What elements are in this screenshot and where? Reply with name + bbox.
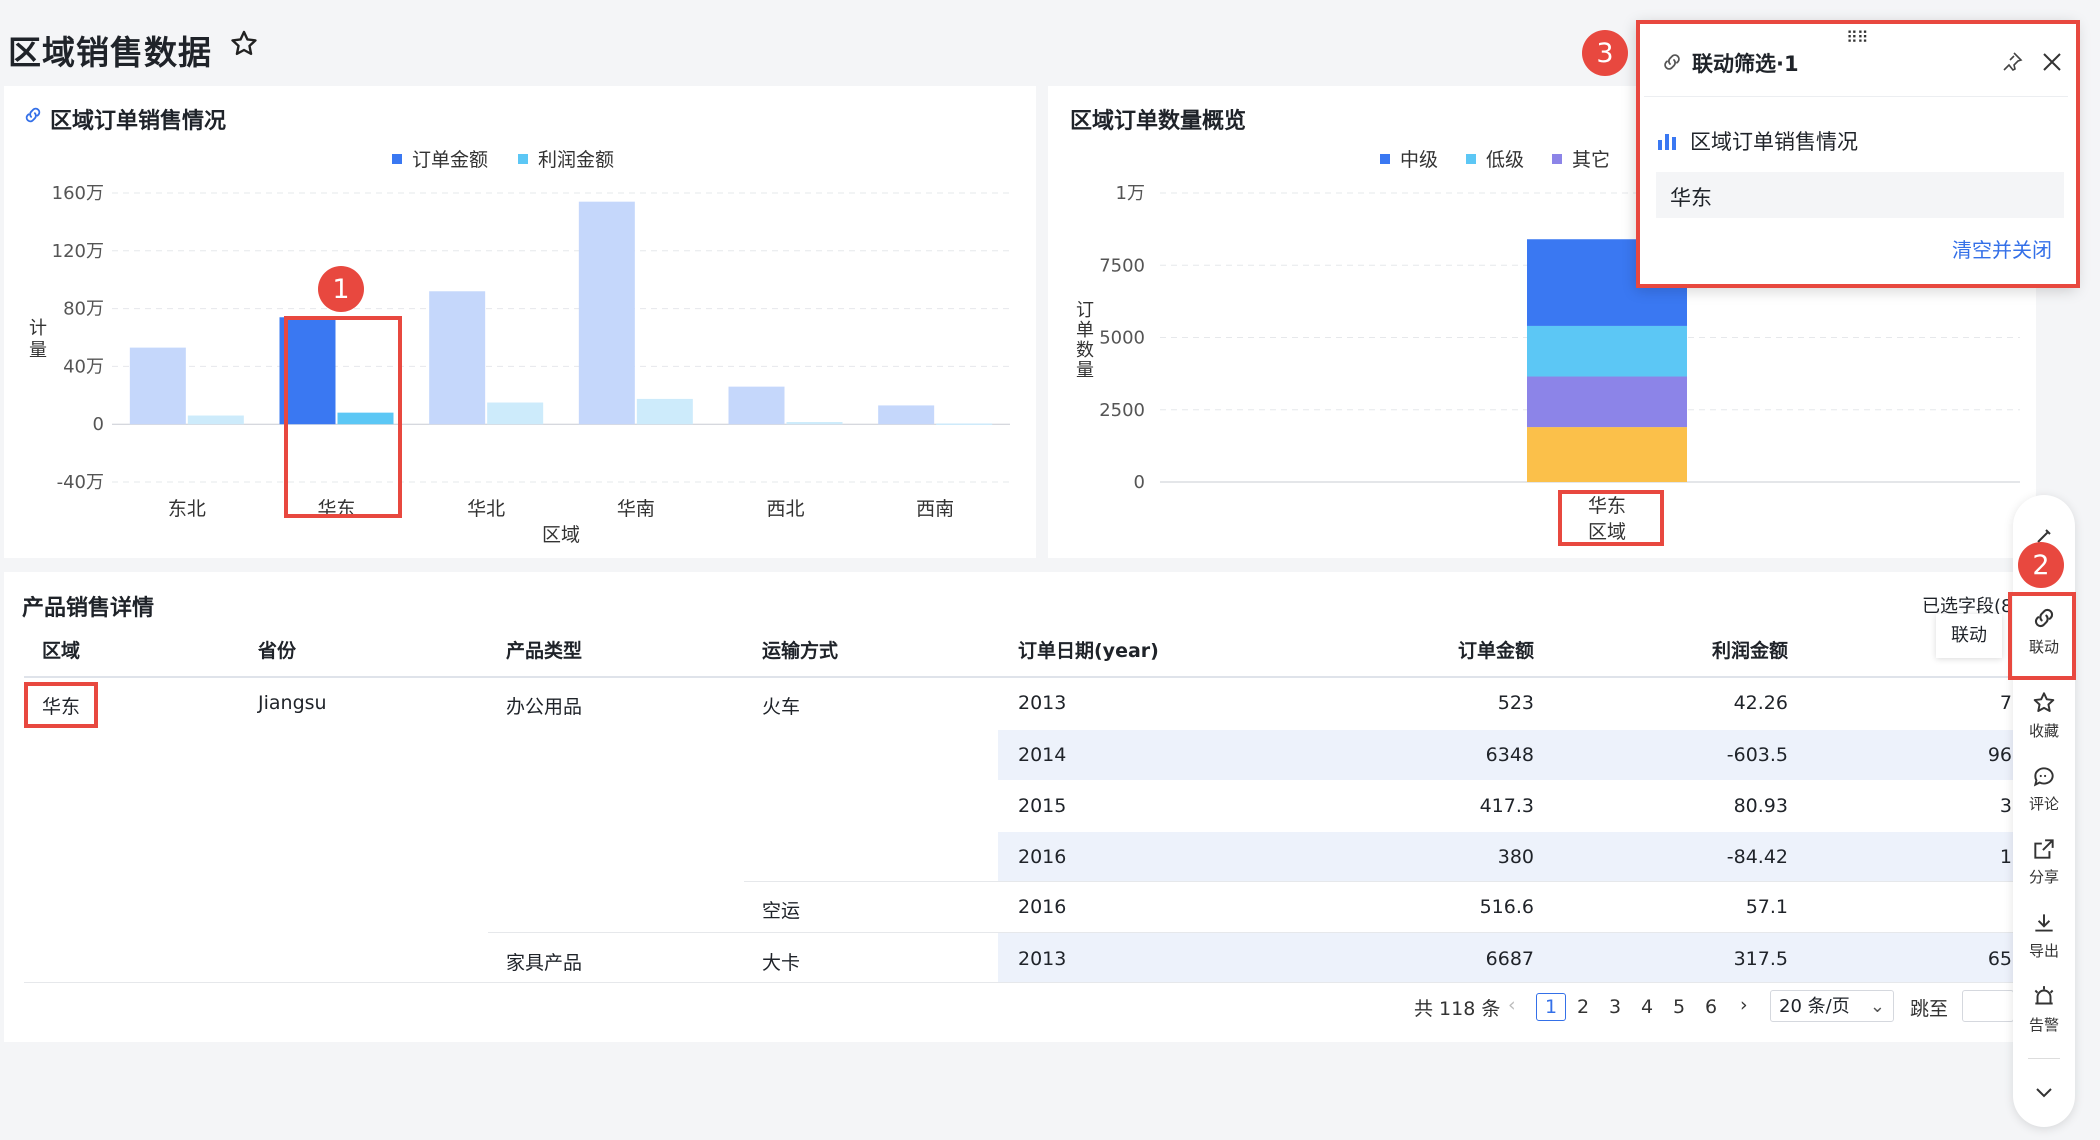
cell-year: 2015: [1018, 795, 1067, 817]
download-icon: [2035, 914, 2053, 932]
row-divider: [488, 932, 2014, 933]
star-icon: [2033, 692, 2055, 712]
cell-amount: 417.3: [1479, 795, 1534, 817]
toolbar-label: 导出: [2028, 942, 2059, 960]
highlight-box-cell: [24, 682, 98, 728]
col-header-date[interactable]: 订单日期(year): [1018, 636, 1159, 663]
toolbar-favorite[interactable]: 收藏: [2013, 690, 2075, 741]
y-axis-label: 量: [1076, 360, 1094, 381]
highlight-box-toolbar: [2008, 592, 2076, 680]
cell-amount: 6348: [1485, 744, 1534, 766]
cell-province[interactable]: Jiangsu: [258, 692, 327, 714]
link-tooltip: 联动: [1936, 614, 2002, 658]
row-divider: [24, 982, 2014, 983]
cell-profit: 42.26: [1733, 692, 1788, 714]
cell-year: 2016: [1018, 896, 1067, 918]
stack-segment: [1527, 325, 1687, 377]
page-button[interactable]: 1: [1536, 993, 1566, 1021]
y-tick-label: 7500: [1099, 255, 1145, 276]
col-header-transport[interactable]: 运输方式: [762, 636, 838, 663]
toolbar-divider: [2028, 1058, 2060, 1059]
cell-amount: 516.6: [1479, 896, 1534, 918]
tooltip-text: 联动: [1951, 625, 1987, 646]
y-axis-label: 单: [1076, 320, 1094, 341]
annotation-badge: 3: [1582, 30, 1628, 76]
highlight-box-popup: [1636, 20, 2080, 288]
cell-year: 2014: [1018, 744, 1067, 766]
cell-amount: 523: [1497, 692, 1534, 714]
cell-profit: -603.5: [1726, 744, 1788, 766]
y-tick-label: 1万: [1116, 183, 1145, 204]
comment-icon: [2033, 767, 2054, 787]
col-header-province[interactable]: 省份: [258, 636, 296, 663]
cell-transport[interactable]: 火车: [762, 692, 800, 719]
toolbar-share[interactable]: 分享: [2013, 836, 2075, 887]
col-header-type[interactable]: 产品类型: [506, 636, 582, 663]
cell-extra: 3: [1999, 795, 2012, 817]
stack-segment: [1527, 376, 1687, 428]
stack-segment: [1527, 427, 1687, 482]
cell-transport[interactable]: 空运: [762, 896, 800, 923]
cell-amount: 380: [1497, 846, 1534, 868]
y-axis-label: 订: [1076, 300, 1094, 321]
page-button[interactable]: 3: [1600, 993, 1630, 1021]
toolbar-comment[interactable]: 评论: [2013, 763, 2075, 814]
cell-profit: 317.5: [1733, 948, 1788, 970]
row-divider: [744, 881, 2014, 882]
annotation-badge: 1: [318, 266, 364, 312]
cell-profit: -84.42: [1726, 846, 1788, 868]
cell-profit: 80.93: [1733, 795, 1788, 817]
chevron-down-icon[interactable]: [2032, 1082, 2056, 1102]
toolbar-alert[interactable]: 告警: [2013, 984, 2075, 1035]
cell-extra: 7: [1999, 692, 2012, 714]
cell-transport[interactable]: 大卡: [762, 948, 800, 975]
highlight-box-bar: [284, 316, 402, 518]
alarm-icon: [2034, 986, 2054, 1005]
toolbar-label: 分享: [2028, 868, 2059, 886]
cell-type[interactable]: 办公用品: [506, 692, 582, 719]
pagination-total: 共 118 条: [1414, 998, 1501, 1020]
toolbar-label: 收藏: [2028, 722, 2059, 740]
annotation-badge: 2: [2018, 542, 2064, 588]
page-size-select[interactable]: 20 条/页 ⌄: [1770, 990, 1894, 1022]
table-title: 产品销售详情: [22, 596, 155, 621]
cell-amount: 6687: [1485, 948, 1534, 970]
cell-extra: 96: [1987, 744, 2012, 766]
y-axis-label: 数: [1076, 340, 1094, 361]
col-header-profit[interactable]: 利润金额: [1620, 636, 1788, 663]
col-header-region[interactable]: 区域: [42, 636, 80, 663]
page-size-value: 20 条/页: [1779, 996, 1850, 1017]
cell-profit: 57.1: [1745, 896, 1788, 918]
jump-label: 跳至: [1910, 998, 1949, 1020]
share-icon: [2034, 839, 2054, 859]
col-header-amount[interactable]: 订单金额: [1380, 636, 1534, 663]
cell-extra: 65: [1987, 948, 2012, 970]
page-button[interactable]: 5: [1664, 993, 1694, 1021]
toolbar-export[interactable]: 导出: [2013, 910, 2075, 961]
cell-year: 2013: [1018, 948, 1067, 970]
page-button[interactable]: 4: [1632, 993, 1662, 1021]
y-tick-label: 5000: [1099, 328, 1145, 349]
prev-page-icon[interactable]: ‹: [1508, 994, 1516, 1016]
header-divider: [24, 676, 2034, 678]
jump-input[interactable]: [1962, 990, 2014, 1022]
y-tick-label: 2500: [1099, 400, 1145, 421]
cell-type[interactable]: 家具产品: [506, 948, 582, 975]
page-button[interactable]: 2: [1568, 993, 1598, 1021]
chevron-down-icon: ⌄: [1869, 996, 1885, 1017]
highlight-box-axis: [1558, 490, 1664, 546]
cell-year: 2013: [1018, 692, 1067, 714]
page-button[interactable]: 6: [1696, 993, 1726, 1021]
next-page-icon[interactable]: ›: [1740, 994, 1748, 1016]
y-tick-label: 0: [1134, 472, 1145, 493]
toolbar-label: 告警: [2028, 1016, 2059, 1034]
cell-extra: 1: [1999, 846, 2012, 868]
cell-year: 2016: [1018, 846, 1067, 868]
toolbar-label: 评论: [2028, 795, 2059, 813]
